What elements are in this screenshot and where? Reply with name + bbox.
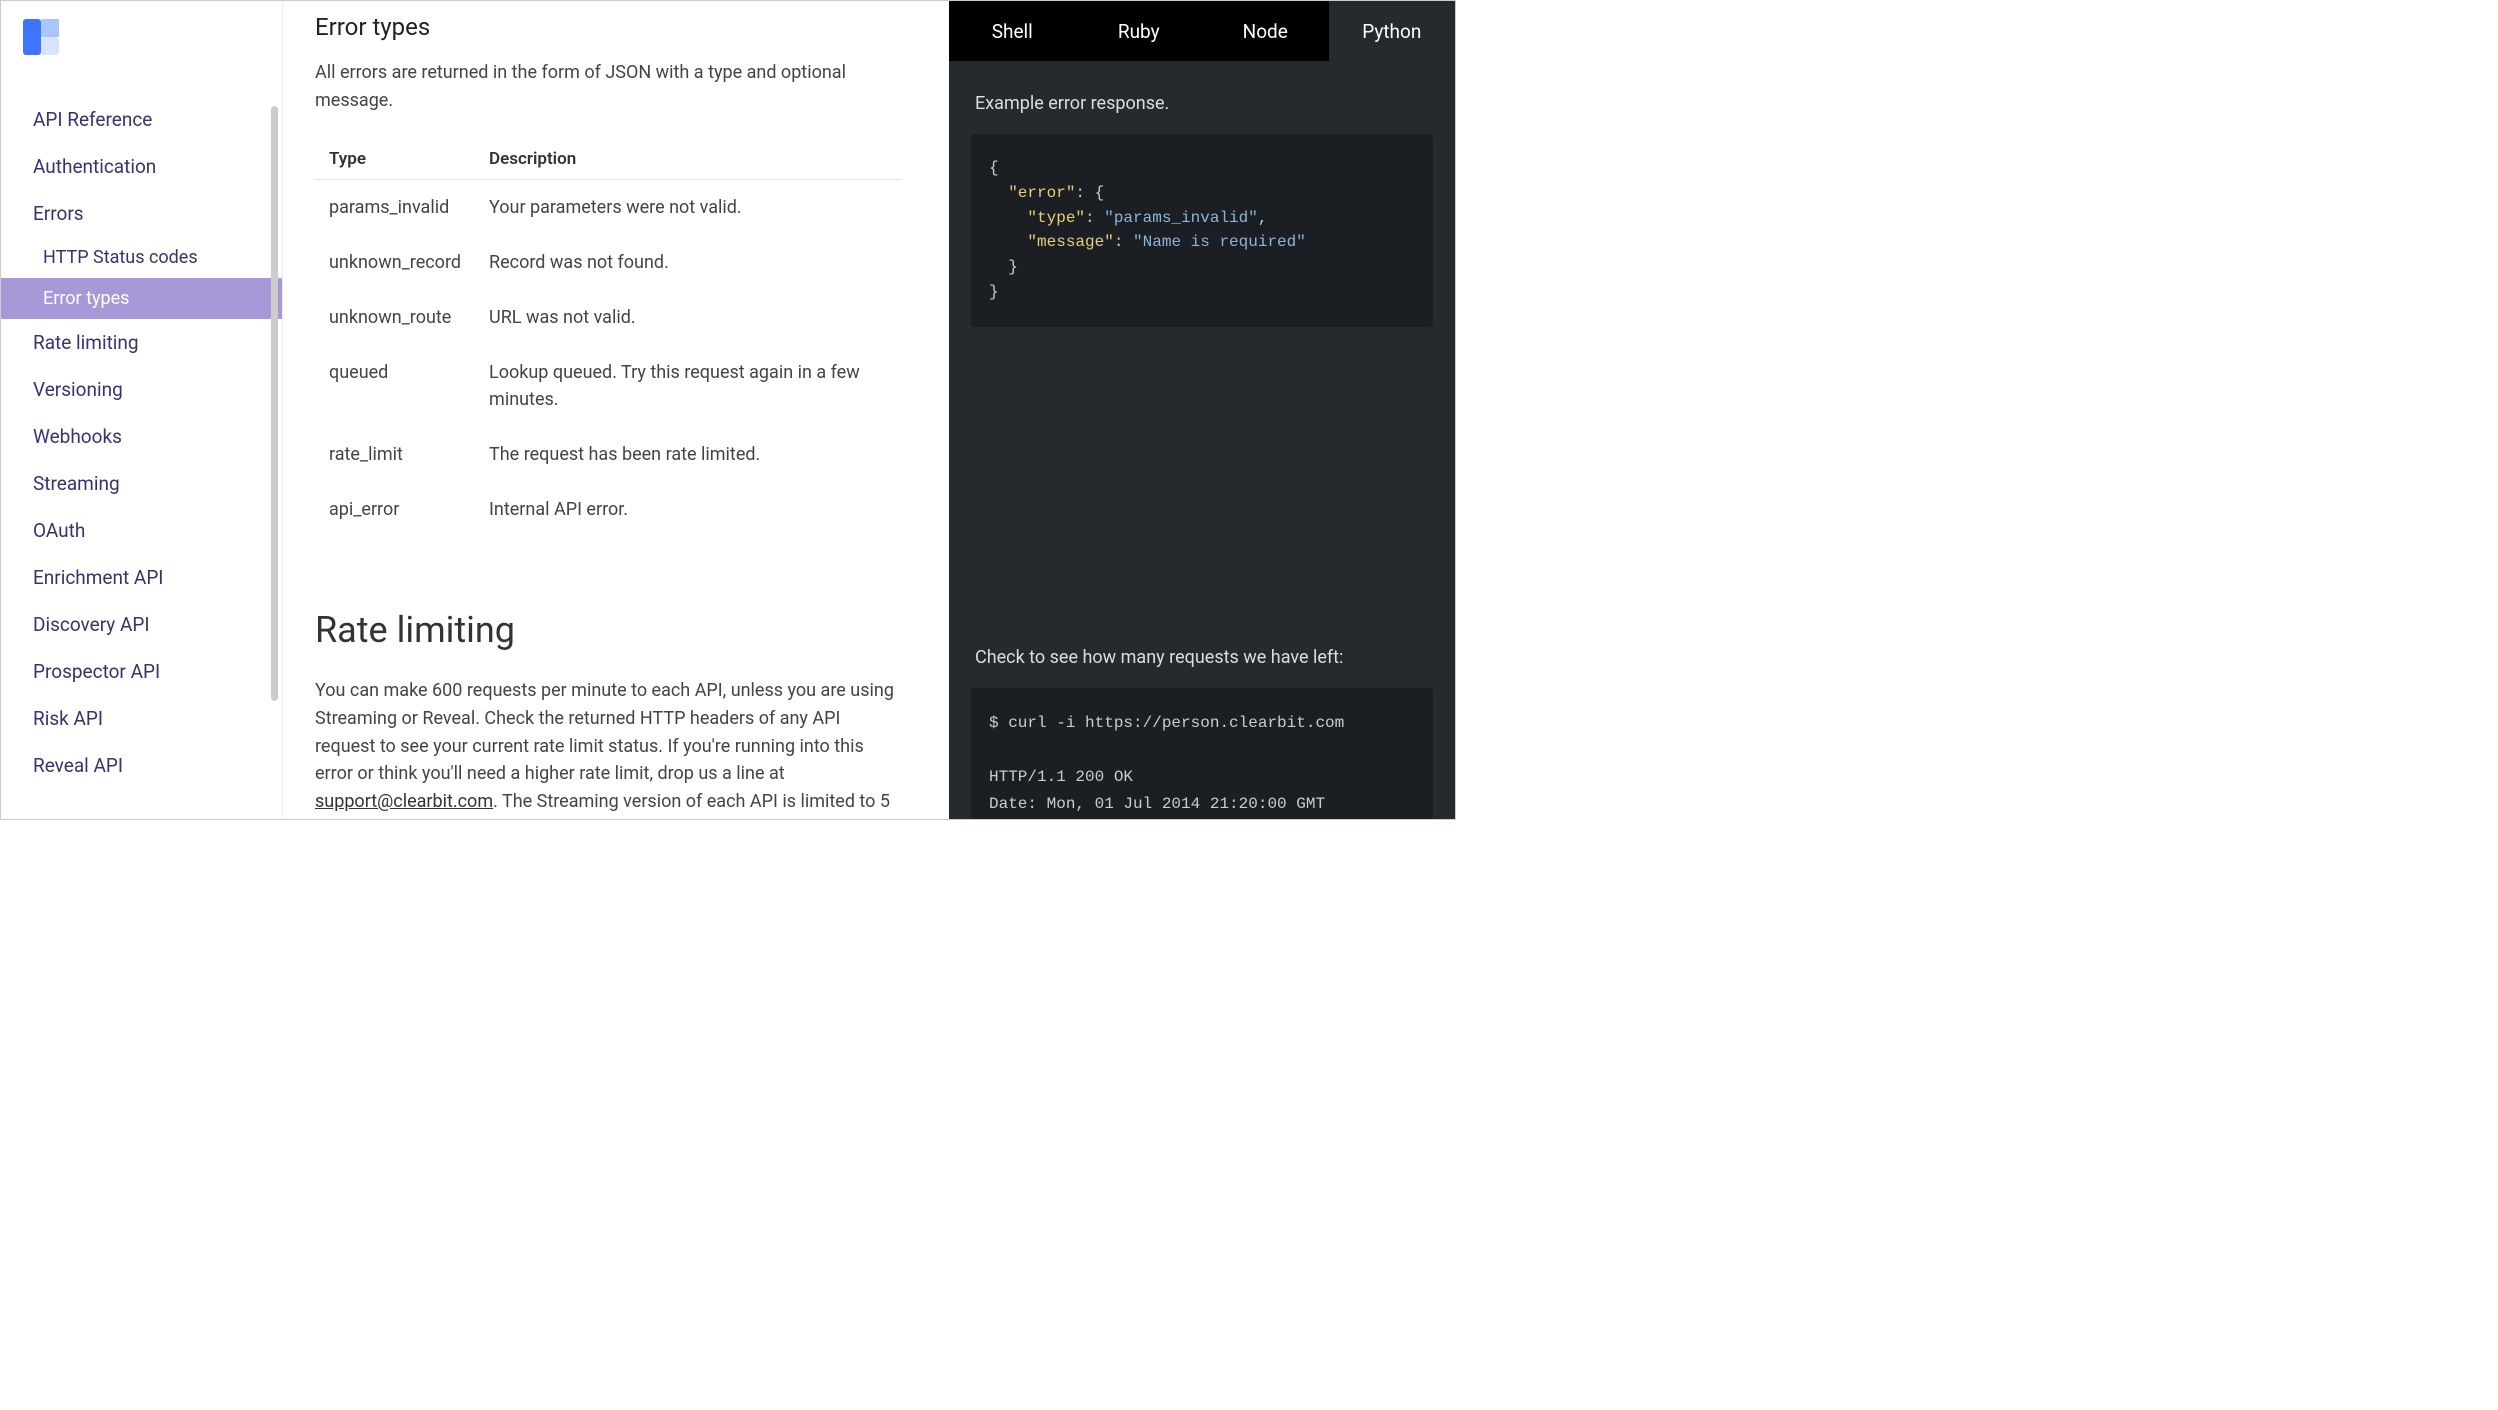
lang-tabs: Shell Ruby Node Python — [949, 1, 1455, 61]
rate-limiting-pre: You can make 600 requests per minute to … — [315, 680, 894, 785]
nav-risk-api[interactable]: Risk API — [1, 695, 282, 742]
cell-desc: Lookup queued. Try this request again in… — [475, 345, 901, 427]
code-caption-1: Example error response. — [975, 93, 1429, 114]
nav-rate-limiting[interactable]: Rate limiting — [1, 319, 282, 366]
tab-ruby[interactable]: Ruby — [1076, 1, 1203, 61]
th-desc: Description — [475, 139, 901, 180]
sidebar-scrollbar[interactable] — [271, 106, 278, 701]
nav-api-reference[interactable]: API Reference — [1, 96, 282, 143]
th-type: Type — [315, 139, 475, 180]
cell-type: queued — [315, 345, 475, 427]
json-val: "Name is required" — [1133, 233, 1306, 251]
table-row: unknown_routeURL was not valid. — [315, 290, 901, 345]
error-types-title: Error types — [315, 13, 901, 41]
rate-limiting-desc: You can make 600 requests per minute to … — [315, 677, 901, 819]
cell-type: unknown_route — [315, 290, 475, 345]
tab-shell[interactable]: Shell — [949, 1, 1076, 61]
cell-type: params_invalid — [315, 179, 475, 235]
nav-errors[interactable]: Errors — [1, 190, 282, 237]
logo-area — [1, 1, 282, 96]
table-row: queuedLookup queued. Try this request ag… — [315, 345, 901, 427]
sidebar: API Reference Authentication Errors HTTP… — [1, 1, 283, 819]
code-panel: Shell Ruby Node Python Example error res… — [949, 1, 1455, 819]
cell-desc: Your parameters were not valid. — [475, 179, 901, 235]
table-row: rate_limitThe request has been rate limi… — [315, 427, 901, 482]
nav-list: API Reference Authentication Errors HTTP… — [1, 96, 282, 819]
table-header-row: Type Description — [315, 139, 901, 180]
nav-oauth[interactable]: OAuth — [1, 507, 282, 554]
nav-authentication[interactable]: Authentication — [1, 143, 282, 190]
nav-enrichment-api[interactable]: Enrichment API — [1, 554, 282, 601]
code-block-curl: $ curl -i https://person.clearbit.com HT… — [971, 688, 1433, 819]
cell-desc: The request has been rate limited. — [475, 427, 901, 482]
support-email-link[interactable]: support@clearbit.com — [315, 791, 493, 812]
error-types-table: Type Description params_invalidYour para… — [315, 139, 901, 537]
tab-node[interactable]: Node — [1202, 1, 1329, 61]
nav-prospector-api[interactable]: Prospector API — [1, 648, 282, 695]
json-key: "message" — [1027, 233, 1113, 251]
nav-streaming[interactable]: Streaming — [1, 460, 282, 507]
json-key: "error" — [1008, 184, 1075, 202]
nav-discovery-api[interactable]: Discovery API — [1, 601, 282, 648]
nav-webhooks[interactable]: Webhooks — [1, 413, 282, 460]
nav-reveal-api[interactable]: Reveal API — [1, 742, 282, 789]
cell-type: rate_limit — [315, 427, 475, 482]
rate-limiting-title: Rate limiting — [315, 609, 901, 651]
table-row: unknown_recordRecord was not found. — [315, 235, 901, 290]
json-val: "params_invalid" — [1104, 209, 1258, 227]
code-block-json: { "error": { "type": "params_invalid", "… — [971, 134, 1433, 327]
json-key: "type" — [1027, 209, 1085, 227]
nav-versioning[interactable]: Versioning — [1, 366, 282, 413]
nav-error-types[interactable]: Error types — [1, 278, 282, 319]
cell-desc: URL was not valid. — [475, 290, 901, 345]
nav-http-status-codes[interactable]: HTTP Status codes — [1, 237, 282, 278]
tab-python[interactable]: Python — [1329, 1, 1456, 61]
cell-desc: Record was not found. — [475, 235, 901, 290]
logo-icon[interactable] — [23, 19, 59, 55]
cell-desc: Internal API error. — [475, 482, 901, 537]
error-types-desc: All errors are returned in the form of J… — [315, 59, 901, 115]
code-caption-2: Check to see how many requests we have l… — [975, 647, 1429, 668]
table-row: api_errorInternal API error. — [315, 482, 901, 537]
table-row: params_invalidYour parameters were not v… — [315, 179, 901, 235]
main-content: Error types All errors are returned in t… — [283, 1, 949, 819]
code-panel-body: Example error response. { "error": { "ty… — [949, 61, 1455, 819]
cell-type: unknown_record — [315, 235, 475, 290]
cell-type: api_error — [315, 482, 475, 537]
